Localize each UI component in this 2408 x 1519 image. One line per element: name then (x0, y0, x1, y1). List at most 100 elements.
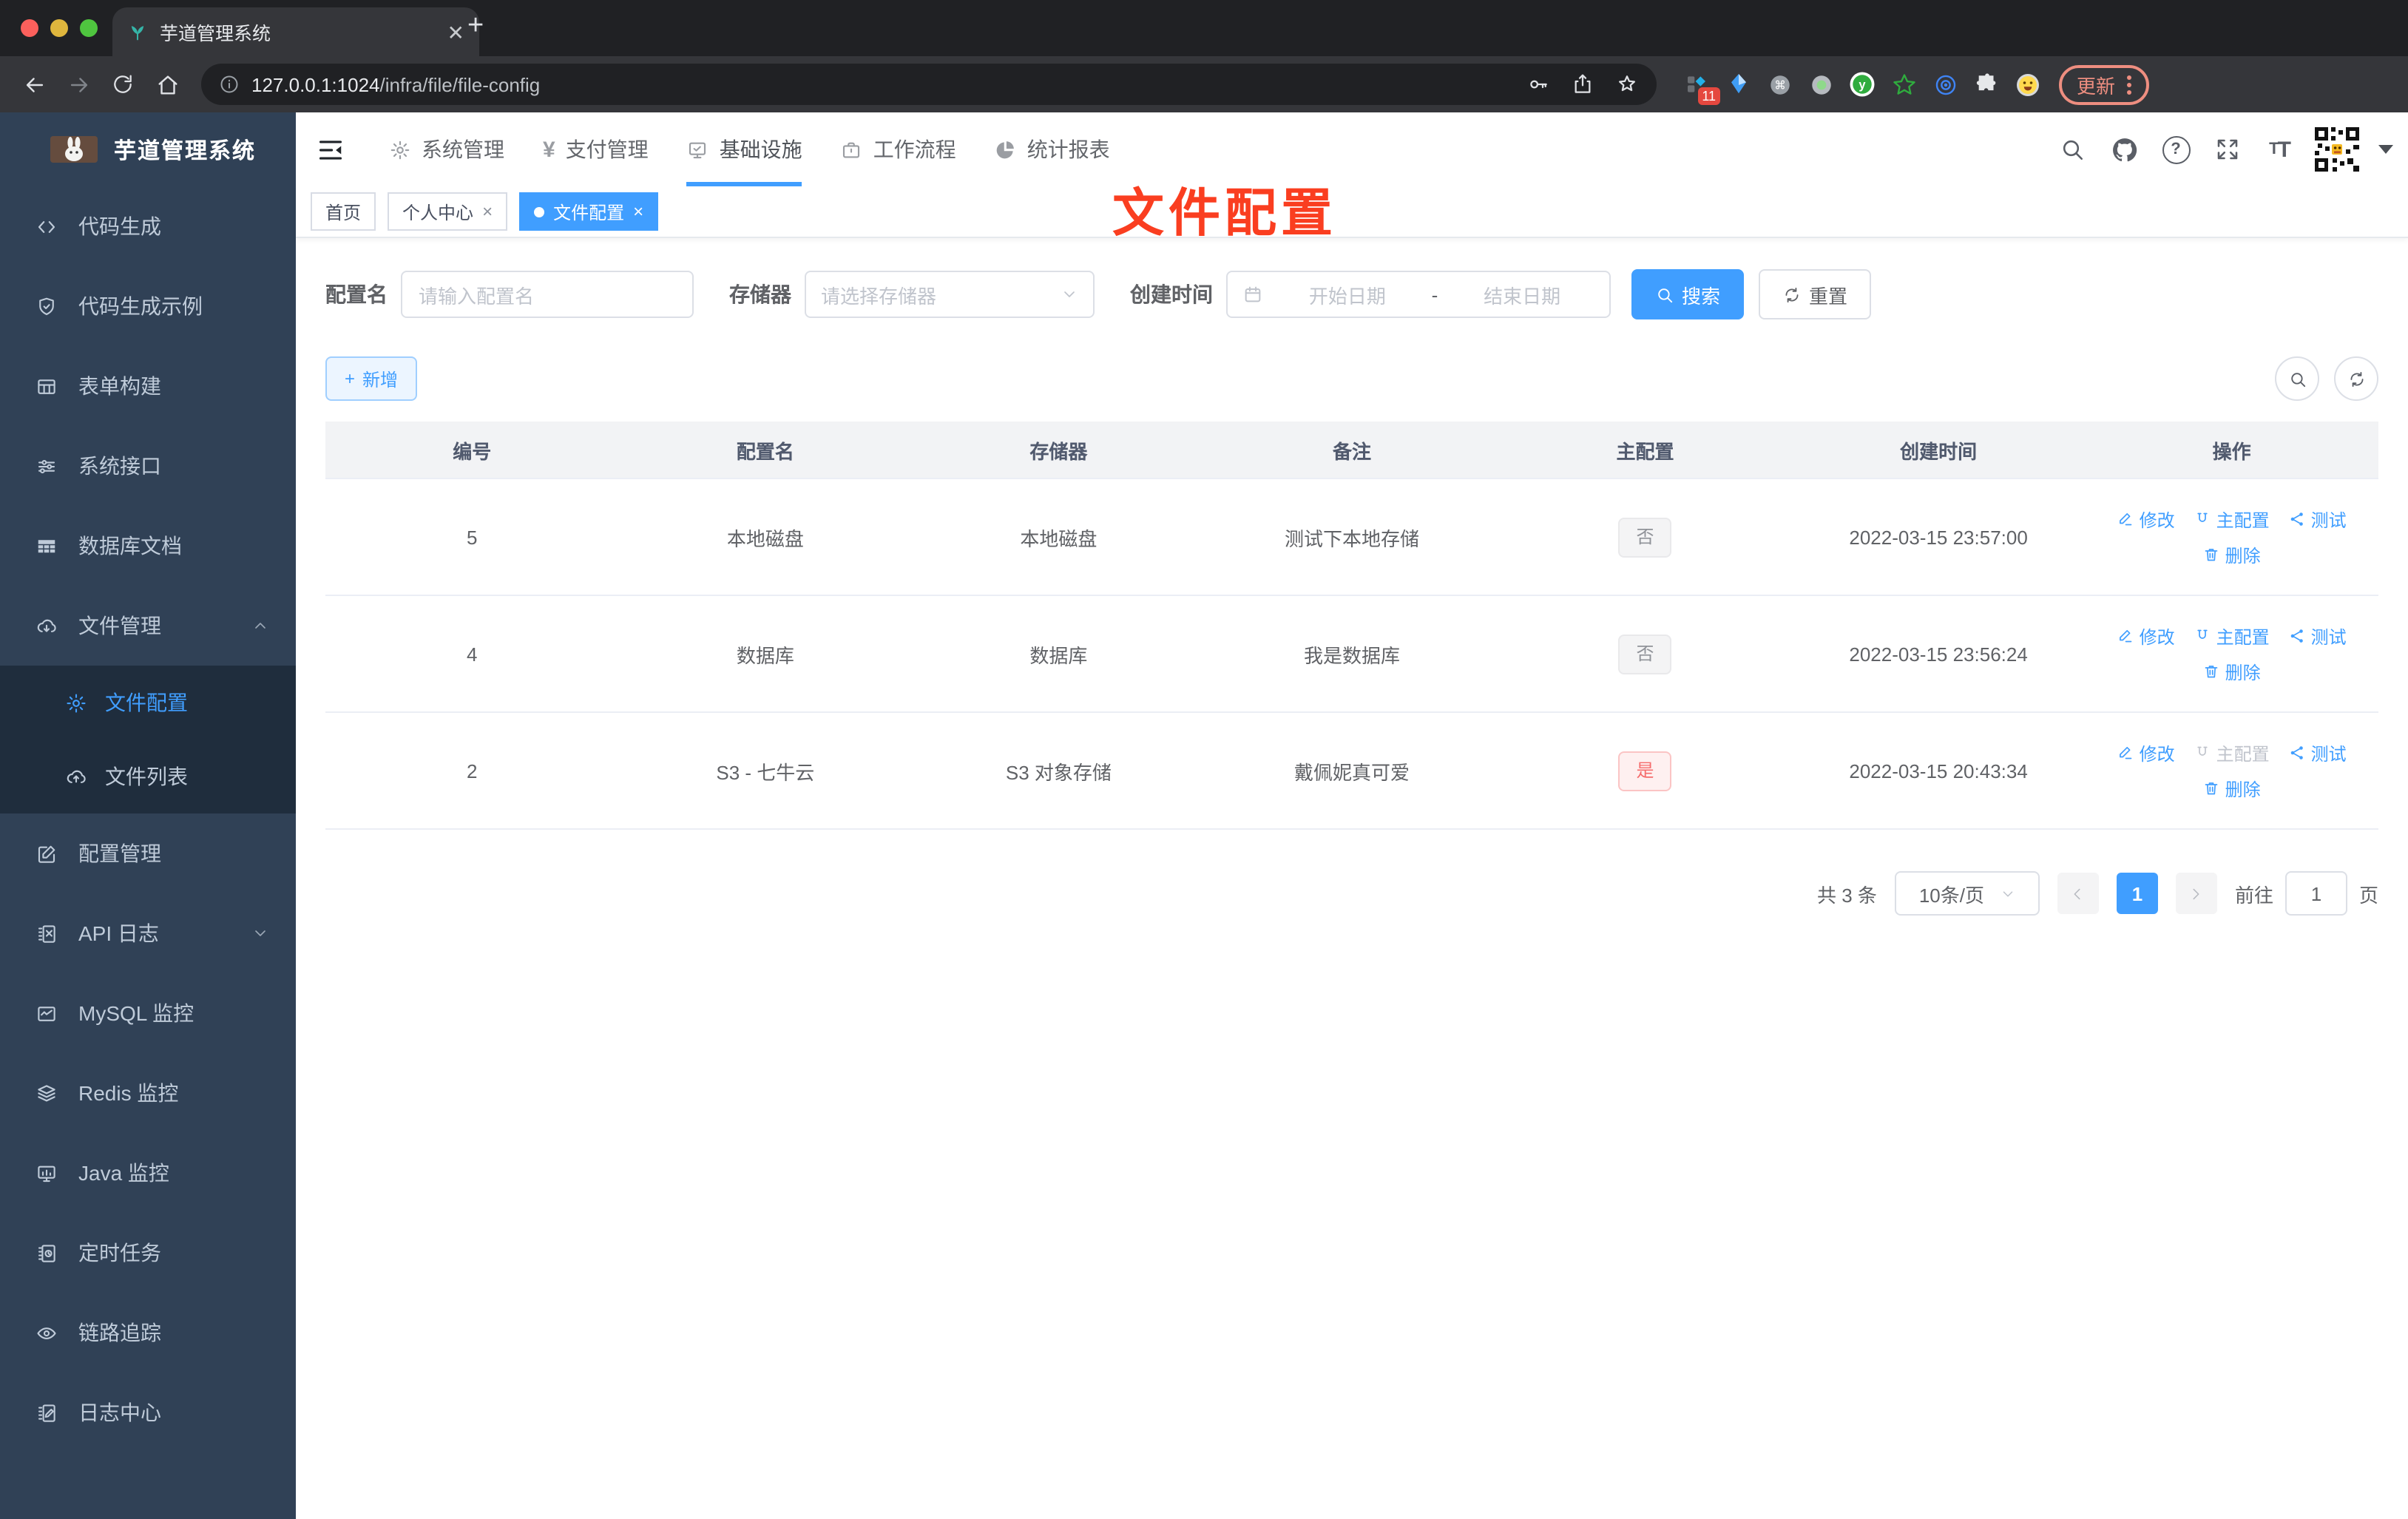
url-text: 127.0.0.1:1024/infra/file/file-config (251, 73, 541, 95)
fullscreen-icon[interactable] (2208, 130, 2247, 169)
profile-avatar-emoji-icon[interactable] (2015, 71, 2041, 98)
tag-profile[interactable]: 个人中心 × (388, 192, 508, 231)
home-icon[interactable] (148, 65, 186, 104)
test-link[interactable]: 测试 (2289, 507, 2347, 532)
forward-icon[interactable] (59, 65, 98, 104)
next-page-button[interactable] (2175, 873, 2217, 914)
sidebar-item-api-log[interactable]: API 日志 (0, 893, 296, 973)
master-config-link[interactable]: 主配置 (2194, 623, 2270, 649)
goto-page-input[interactable]: 1 (2284, 871, 2347, 916)
extension-command-icon[interactable]: ⌘ (1766, 71, 1793, 98)
delete-link[interactable]: 删除 (2203, 776, 2261, 801)
top-menu-infra[interactable]: 基础设施 (668, 112, 822, 186)
sidebar-item-log-center[interactable]: 日志中心 (0, 1373, 296, 1452)
sidebar-collapse-icon[interactable] (305, 124, 355, 175)
config-name-input[interactable]: 请输入配置名 (401, 271, 694, 318)
extension-y-green-icon[interactable]: y (1849, 71, 1876, 98)
top-menu-pay[interactable]: ¥ 支付管理 (524, 112, 668, 186)
edit-pen-icon (2120, 512, 2132, 526)
avatar-dropdown-caret-icon[interactable] (2378, 145, 2393, 154)
extension-eye-icon[interactable] (1932, 71, 1958, 98)
svg-text:⌘: ⌘ (1773, 79, 1785, 92)
password-key-icon[interactable] (1526, 72, 1550, 96)
sidebar-item-mysql-monitor[interactable]: MySQL 监控 (0, 973, 296, 1053)
edit-link[interactable]: 修改 (2117, 507, 2175, 532)
top-menu-system[interactable]: 系统管理 (370, 112, 524, 186)
sidebar-item-file-list[interactable]: 文件列表 (0, 740, 296, 813)
trash-icon (2205, 782, 2218, 795)
address-bar[interactable]: 127.0.0.1:1024/infra/file/file-config (201, 64, 1657, 105)
date-range-input[interactable]: 开始日期 - 结束日期 (1226, 271, 1611, 318)
sidebar-item-code-demo[interactable]: 代码生成示例 (0, 266, 296, 346)
tag-home[interactable]: 首页 (311, 192, 376, 231)
extension-kite-icon[interactable] (1725, 71, 1751, 98)
sidebar-item-file-manage[interactable]: 文件管理 (0, 586, 296, 666)
help-icon[interactable]: ? (2157, 130, 2195, 169)
chrome-update-label: 更新 (2077, 75, 2116, 97)
sidebar-item-config-manage[interactable]: 配置管理 (0, 813, 296, 893)
sidebar-item-redis-monitor[interactable]: Redis 监控 (0, 1053, 296, 1133)
tag-close-icon[interactable]: × (633, 203, 643, 220)
delete-link[interactable]: 删除 (2203, 542, 2261, 567)
test-link[interactable]: 测试 (2289, 623, 2347, 649)
sidebar-item-file-config[interactable]: 文件配置 (0, 666, 296, 740)
master-config-link[interactable]: 主配置 (2194, 507, 2270, 532)
filter-form: 配置名 请输入配置名 存储器 请选择存储器 创建时间 开始日期 - 结束日期 搜… (325, 269, 2378, 319)
dashboard-icon (997, 141, 1015, 158)
new-tab-button[interactable]: + (467, 12, 484, 40)
extension-star-icon[interactable] (1890, 71, 1917, 98)
extension-tampermonkey-icon[interactable]: 11 (1683, 71, 1720, 105)
reload-icon[interactable] (104, 65, 142, 104)
chrome-update-button[interactable]: 更新 (2059, 64, 2150, 104)
font-size-icon[interactable]: TT (2260, 130, 2299, 169)
browser-tab[interactable]: 芋道管理系统 ✕ (112, 7, 479, 56)
calendar-icon (1245, 286, 1261, 302)
sidebar-item-db-doc[interactable]: 数据库文档 (0, 506, 296, 586)
edit-link[interactable]: 修改 (2117, 623, 2175, 649)
sidebar-item-form-builder[interactable]: 表单构建 (0, 346, 296, 426)
user-avatar-qr[interactable] (2312, 124, 2362, 175)
page-size-select[interactable]: 10条/页 (1894, 871, 2040, 916)
test-link[interactable]: 测试 (2289, 740, 2347, 765)
prev-page-button[interactable] (2057, 873, 2099, 914)
search-button[interactable]: 搜索 (1631, 269, 1745, 319)
toggle-search-button[interactable] (2275, 356, 2319, 401)
add-button[interactable]: + 新增 (325, 356, 418, 401)
github-icon[interactable] (2105, 130, 2143, 169)
svg-text:y: y (1859, 78, 1866, 92)
storage-select[interactable]: 请选择存储器 (805, 271, 1095, 318)
edit-link[interactable]: 修改 (2117, 740, 2175, 765)
reset-button[interactable]: 重置 (1759, 269, 1872, 319)
tag-file-config[interactable]: 文件配置 × (519, 192, 659, 231)
chrome-menu-icon[interactable] (2127, 75, 2132, 94)
share-icon[interactable] (1571, 72, 1594, 96)
sidebar-item-scheduled-task[interactable]: 定时任务 (0, 1213, 296, 1293)
page-number-current[interactable]: 1 (2116, 873, 2158, 914)
top-menu-workflow[interactable]: 工作流程 (822, 112, 975, 186)
browser-tabstrip: 芋道管理系统 ✕ + (0, 0, 2408, 56)
close-window-button[interactable] (21, 19, 38, 37)
minimize-window-button[interactable] (50, 19, 68, 37)
master-config-link-disabled[interactable]: 主配置 (2194, 740, 2270, 765)
top-navbar: 系统管理 ¥ 支付管理 基础设施 工作流程 统计报表 ? T T (296, 112, 2408, 186)
eye-icon (37, 1327, 56, 1339)
site-info-icon[interactable] (219, 74, 240, 95)
sidebar-item-system-api[interactable]: 系统接口 (0, 426, 296, 506)
refresh-icon (1785, 286, 1799, 302)
cloud-upload-icon (67, 769, 86, 782)
tag-close-icon[interactable]: × (482, 203, 493, 220)
extension-gray-dot-icon[interactable] (1807, 71, 1834, 98)
extension-puzzle-icon[interactable] (1973, 71, 2000, 98)
tab-close-icon[interactable]: ✕ (447, 21, 464, 42)
sidebar-item-java-monitor[interactable]: Java 监控 (0, 1133, 296, 1213)
delete-link[interactable]: 删除 (2203, 659, 2261, 684)
top-menu-report[interactable]: 统计报表 (975, 112, 1129, 186)
zoom-window-button[interactable] (80, 19, 98, 37)
bookmark-star-icon[interactable] (1615, 72, 1639, 96)
refresh-table-button[interactable] (2334, 356, 2378, 401)
back-icon[interactable] (15, 65, 53, 104)
sidebar-item-tracing[interactable]: 链路追踪 (0, 1293, 296, 1373)
search-icon[interactable] (2053, 130, 2091, 169)
table-header: 编号 配置名 存储器 备注 主配置 创建时间 操作 (325, 422, 2378, 478)
sidebar-item-code-gen[interactable]: 代码生成 (0, 186, 296, 266)
